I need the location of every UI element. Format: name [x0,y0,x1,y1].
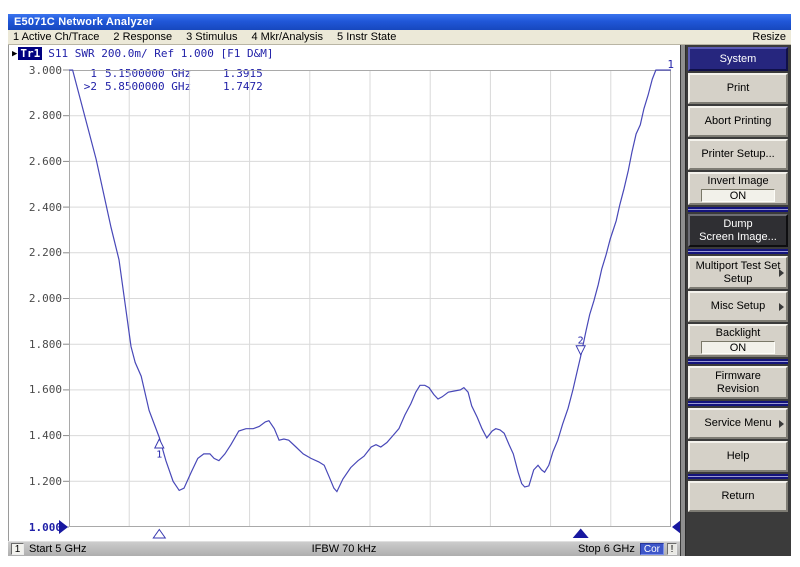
softkey-label: System [720,53,757,66]
softkey-help[interactable]: Help [688,441,788,472]
softkey-return[interactable]: Return [688,481,788,512]
marker-1-glyph-icon [155,439,164,448]
graticule: 1 12 [69,70,671,527]
softkey-print[interactable]: Print [688,73,788,104]
softkey-label: Dump [723,218,752,231]
submenu-arrow-icon [779,303,784,311]
softkey-multiport-test-set-setup[interactable]: Multiport Test SetSetup [688,256,788,289]
softkey-abort-printing[interactable]: Abort Printing [688,106,788,137]
softkey-toggle-state: ON [701,341,775,354]
channel-status-box: 1 [11,543,24,555]
trace-tag[interactable]: Tr1 [18,47,42,60]
resize-button[interactable]: Resize [752,31,786,43]
softkey-label: Invert Image [707,175,768,188]
softkey-invert-image[interactable]: Invert ImageON [688,172,788,205]
softkey-label: Firmware [715,370,761,383]
y-axis-tick-label: 2.600 [9,155,62,168]
window-title: E5071C Network Analyzer [14,16,153,28]
y-axis-tick-label: 2.800 [9,109,62,122]
menu-item-4-mkr-analysis[interactable]: 4 Mkr/Analysis [251,31,323,43]
y-axis-tick-label: 2.000 [9,292,62,305]
y-axis-reference-label: 1.000 [9,521,62,534]
active-trace-indicator-icon: ▶ [12,49,17,59]
marker-2-stimulus-icon [573,529,589,539]
softkey-toggle-state: ON [701,189,775,202]
softkey-label: Screen Image... [699,231,777,244]
marker-2-glyph-icon [576,346,585,355]
stop-frequency-label: Stop 6 GHz [578,543,635,555]
y-axis-tick-label: 1.600 [9,383,62,396]
softkey-separator [688,249,788,254]
softkey-label: Service Menu [704,417,771,430]
softkey-label: Printer Setup... [701,148,774,161]
menu-item-3-stimulus[interactable]: 3 Stimulus [186,31,237,43]
marker-2-label: 2 [578,335,584,346]
softkey-list: System Print Abort Printing Printer Setup..… [688,47,788,514]
correction-status-badge: Cor [640,543,664,555]
status-bar: 1 Start 5 GHz IFBW 70 kHz Stop 6 GHz Cor… [8,541,680,556]
softkey-dump-screen-image[interactable]: DumpScreen Image... [688,214,788,247]
ref-level-indicator-left-icon [59,520,68,534]
menu-items: 1 Active Ch/Trace 2 Response 3 Stimulus 4 M… [13,31,410,43]
softkey-label: Help [727,450,750,463]
menu-item-1-active-ch-trace[interactable]: 1 Active Ch/Trace [13,31,99,43]
submenu-arrow-icon [779,420,784,428]
plot-svg: 12 [69,70,671,540]
menu-bar: 1 Active Ch/Trace 2 Response 3 Stimulus 4 M… [8,30,791,45]
softkey-separator [688,474,788,479]
softkey-misc-setup[interactable]: Misc Setup [688,291,788,322]
softkey-sidebar: System Print Abort Printing Printer Setup..… [680,45,791,556]
window-titlebar[interactable]: E5071C Network Analyzer [8,14,791,30]
softkey-label: Revision [717,383,759,396]
softkey-separator [688,207,788,212]
softkey-label: Multiport Test Set [696,260,781,273]
y-axis-tick-label: 1.400 [9,429,62,442]
softkey-separator [688,359,788,364]
start-frequency-label: Start 5 GHz [29,543,86,555]
y-axis-tick-label: 2.200 [9,246,62,259]
marker-1-stimulus-icon [153,530,165,539]
alert-indicator: ! [667,543,677,555]
softkey-label: Setup [724,273,753,286]
y-axis-tick-label: 1.200 [9,475,62,488]
softkey-label: Abort Printing [705,115,772,128]
softkey-firmware-revision[interactable]: FirmwareRevision [688,366,788,399]
analyzer-screen: E5071C Network Analyzer 1 Active Ch/Trac… [0,0,800,567]
measurement-display: ▶ Tr1 S11 SWR 200.0m/ Ref 1.000 [F1 D&M]… [8,45,680,541]
softkey-system[interactable]: System [688,47,788,71]
softkey-label: Backlight [716,327,761,340]
menu-item-2-response[interactable]: 2 Response [113,31,172,43]
softkey-printer-setup[interactable]: Printer Setup... [688,139,788,170]
marker-1-label: 1 [156,450,162,461]
trace-format-text: S11 SWR 200.0m/ Ref 1.000 [F1 D&M] [48,47,273,60]
y-axis-tick-label: 1.800 [9,338,62,351]
softkey-label: Return [721,490,754,503]
trace-info-bar[interactable]: ▶ Tr1 S11 SWR 200.0m/ Ref 1.000 [F1 D&M] [12,47,273,60]
softkey-scroll-strip[interactable] [681,45,686,556]
softkey-label: Print [727,82,750,95]
softkey-separator [688,401,788,406]
y-axis-tick-label: 3.000 [9,64,62,77]
softkey-service-menu[interactable]: Service Menu [688,408,788,439]
y-axis-tick-label: 2.400 [9,201,62,214]
softkey-label: Misc Setup [711,300,765,313]
menu-item-5-instr-state[interactable]: 5 Instr State [337,31,396,43]
channel-number-label: 1 [667,58,674,71]
submenu-arrow-icon [779,269,784,277]
softkey-backlight[interactable]: BacklightON [688,324,788,357]
